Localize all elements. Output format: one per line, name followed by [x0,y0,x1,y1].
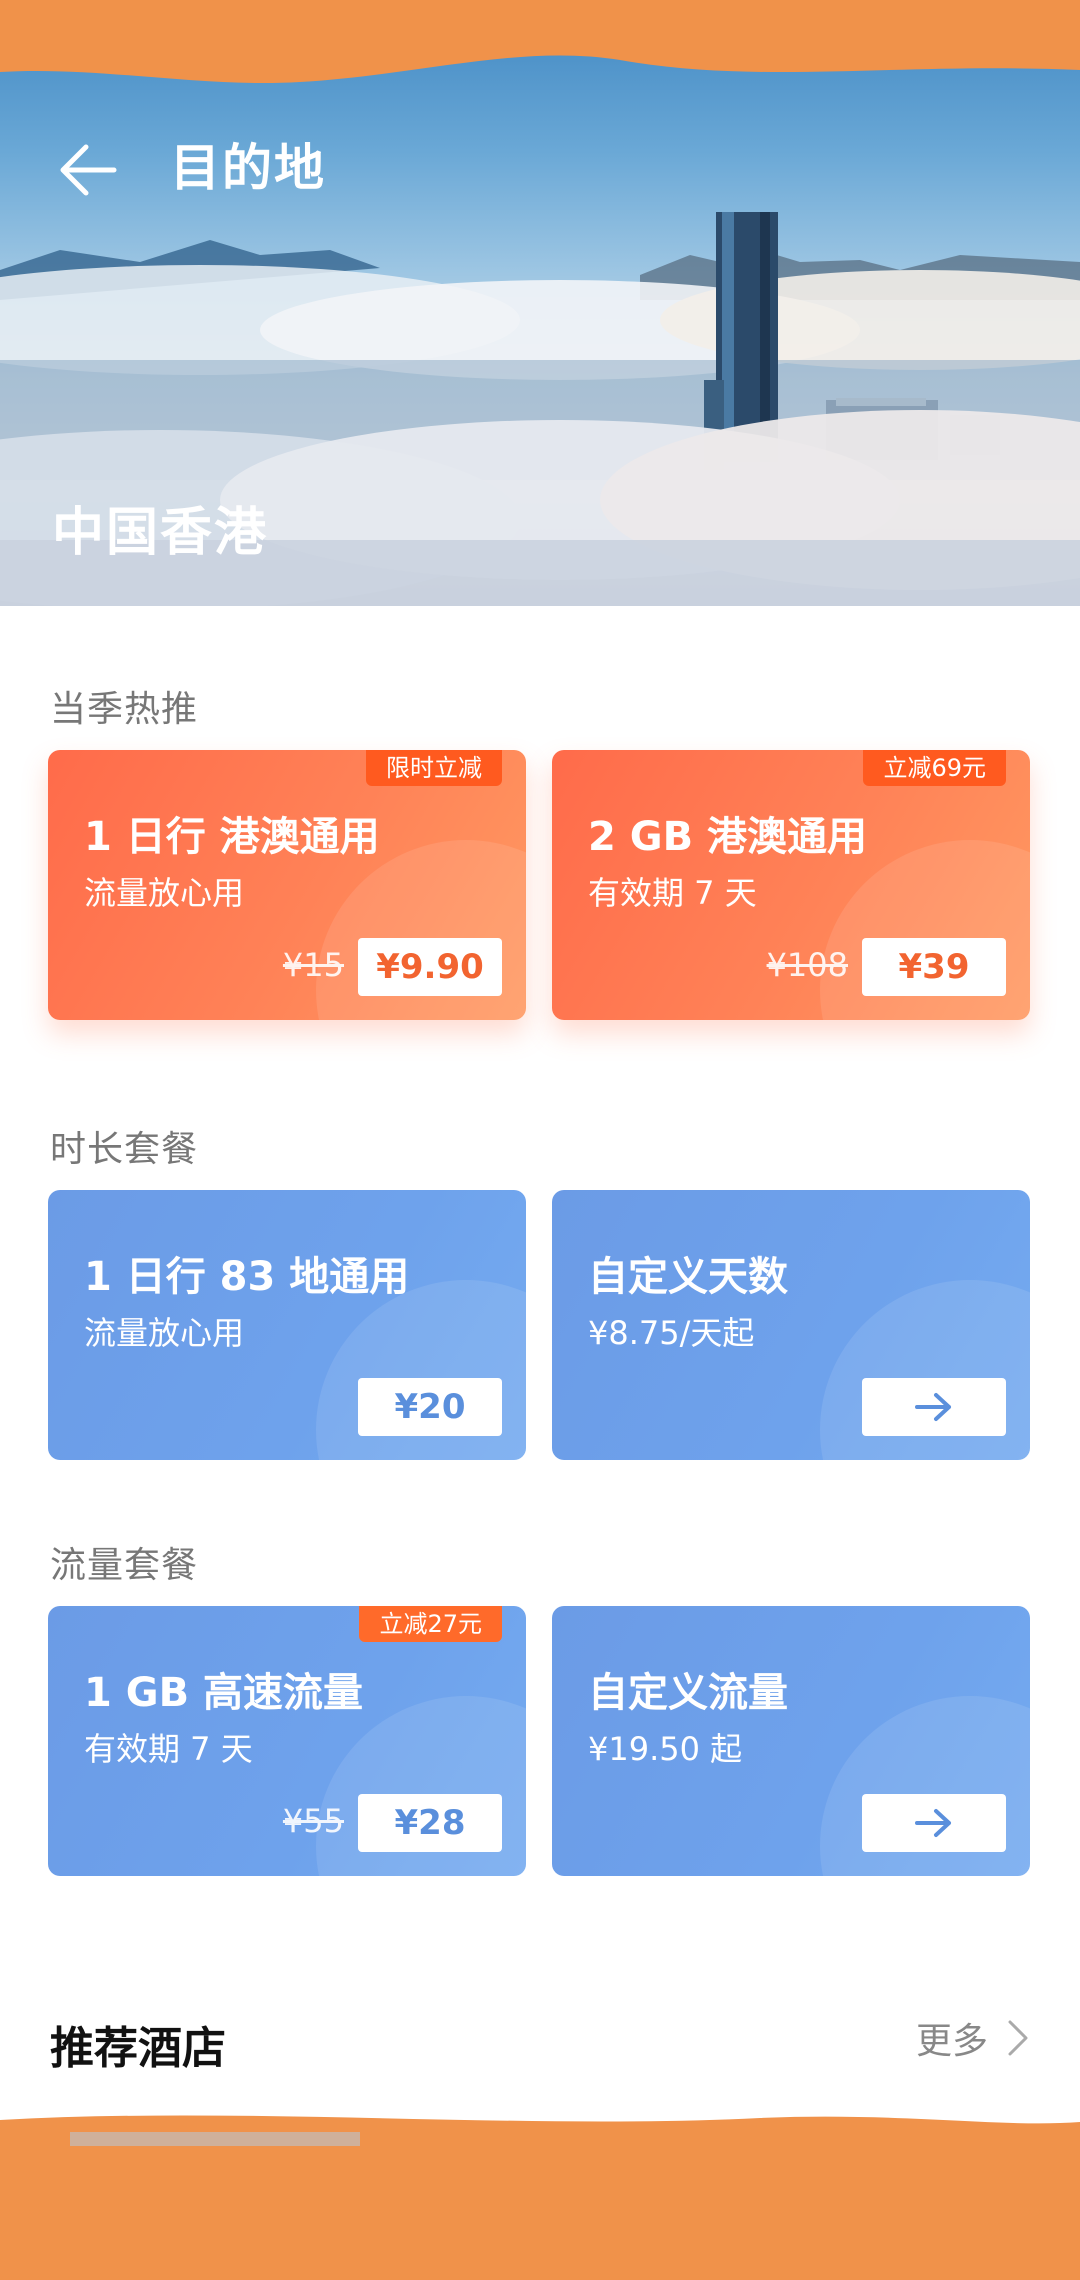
buy-price-button[interactable]: ¥39 [862,938,1006,996]
page-title: 目的地 [170,139,326,197]
content-redaction [0,2115,1080,2280]
plan-subtitle: ¥19.50 起 [588,1730,743,1768]
hero-banner: 目的地 中国香港 [0,0,1080,606]
chevron-right-icon [1008,2020,1028,2056]
arrow-left-icon [60,144,117,196]
back-button[interactable] [48,130,128,210]
buy-price-button[interactable]: ¥20 [358,1378,502,1436]
promo-badge: 限时立减 [366,750,502,786]
plan-card-1day-83-regions[interactable]: 1 日行 83 地通用 流量放心用 ¥20 [48,1190,526,1460]
section-title-data: 流量套餐 [50,1545,199,1586]
original-price: ¥55 [282,1802,344,1840]
plan-subtitle: 流量放心用 [84,1314,245,1352]
status-bar-redaction [0,0,1080,84]
plan-subtitle: ¥8.75/天起 [588,1314,755,1352]
plan-title: 1 日行 83 地通用 [84,1254,410,1300]
original-price: ¥15 [282,946,344,984]
go-button[interactable] [862,1794,1006,1852]
more-hotels-link[interactable]: 更多 [916,2012,1030,2064]
destination-name: 中国香港 [52,503,269,563]
plan-card-1gb-highspeed[interactable]: 立减27元 1 GB 高速流量 有效期 7 天 ¥55 ¥28 [48,1606,526,1876]
plan-title: 1 日行 港澳通用 [84,814,380,860]
promo-badge: 立减27元 [359,1606,502,1642]
plan-subtitle: 流量放心用 [84,874,245,912]
plan-subtitle: 有效期 7 天 [84,1730,253,1768]
plan-title: 自定义流量 [588,1670,788,1716]
plan-title: 1 GB 高速流量 [84,1670,364,1716]
more-label: 更多 [915,2021,988,2062]
section-title-hotels: 推荐酒店 [50,2023,226,2074]
arrow-right-icon [915,1809,951,1837]
plan-card-1day-hk-macau[interactable]: 限时立减 1 日行 港澳通用 流量放心用 ¥15 ¥9.90 [48,750,526,1020]
arrow-right-icon [915,1393,951,1421]
buy-price-button[interactable]: ¥28 [358,1794,502,1852]
buy-price-button[interactable]: ¥9.90 [358,938,502,996]
original-price: ¥108 [766,946,848,984]
go-button[interactable] [862,1378,1006,1436]
promo-badge: 立减69元 [863,750,1006,786]
plan-title: 自定义天数 [588,1254,788,1300]
section-title-duration: 时长套餐 [50,1129,199,1170]
plan-subtitle: 有效期 7 天 [588,874,757,912]
section-title-seasonal: 当季热推 [50,689,199,730]
plan-card-custom-days[interactable]: 自定义天数 ¥8.75/天起 [552,1190,1030,1460]
plan-card-2gb-hk-macau[interactable]: 立减69元 2 GB 港澳通用 有效期 7 天 ¥108 ¥39 [552,750,1030,1020]
plan-title: 2 GB 港澳通用 [588,814,868,860]
plan-card-custom-data[interactable]: 自定义流量 ¥19.50 起 [552,1606,1030,1876]
